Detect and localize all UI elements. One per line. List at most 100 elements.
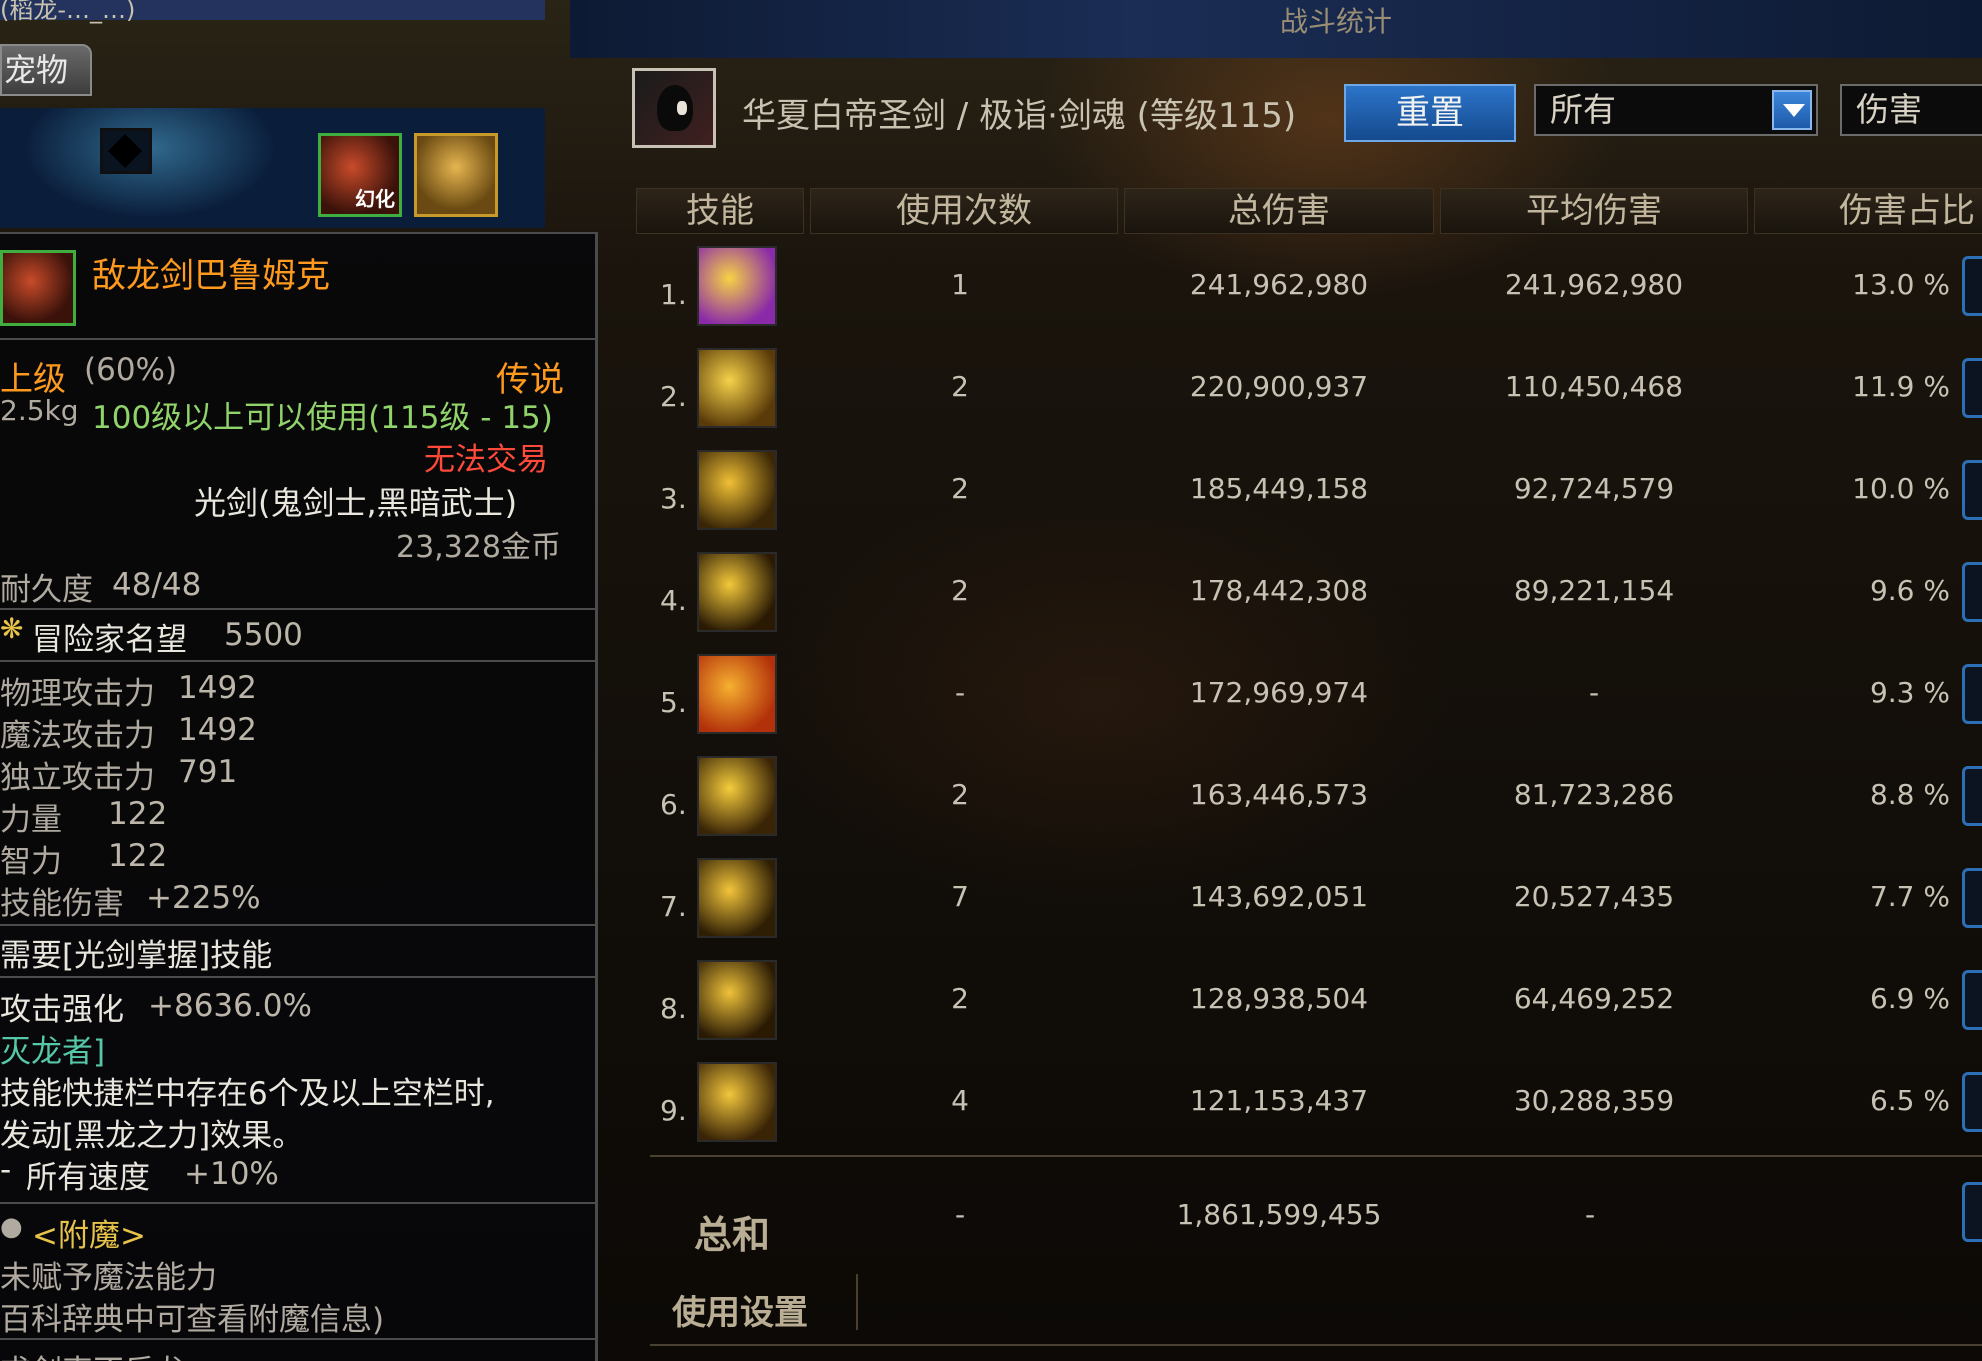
row-total-damage: 121,153,437 <box>1189 1084 1369 1117</box>
stat-label: 力量 <box>0 802 62 838</box>
total-avg: - <box>1584 1198 1596 1231</box>
separator <box>0 924 596 926</box>
row-damage-pct: 8.8 % <box>1869 778 1950 811</box>
header-total-damage: 总伤害 <box>1124 188 1434 234</box>
item-trade: 无法交易 <box>424 442 548 478</box>
row-detail-button[interactable] <box>1962 256 1982 316</box>
row-detail-button[interactable] <box>1962 358 1982 418</box>
skill-flow-icon <box>697 858 777 938</box>
row-avg-damage: - <box>1588 676 1600 709</box>
row-damage-pct: 10.0 % <box>1852 472 1950 505</box>
character-avatar <box>632 68 716 148</box>
renown-label: 冒险家名望 <box>32 622 187 658</box>
pet-tab[interactable]: 宠物 <box>0 44 92 96</box>
left-panel: (稻龙-…_…) 宠物 幻化 敌龙剑巴鲁姆克 上级 (60%) 传说 2.5kg… <box>0 0 600 1361</box>
item-icon <box>0 250 76 326</box>
metric-dropdown-value: 伤害 <box>1856 90 1922 129</box>
row-detail-button[interactable] <box>1962 970 1982 1030</box>
left-title-bar: (稻龙-…_…) <box>0 0 545 24</box>
row-index: 4. <box>660 584 687 617</box>
separator <box>0 1338 596 1340</box>
row-uses: - <box>954 676 966 709</box>
header-damage-pct: 伤害占比 <box>1754 188 1982 234</box>
window-title: 战斗统计 <box>1280 5 1393 38</box>
total-label: 总和 <box>694 1213 771 1257</box>
row-damage-pct: 7.7 % <box>1869 880 1950 913</box>
metric-dropdown[interactable]: 伤害 <box>1840 84 1982 136</box>
total-row-button[interactable] <box>1962 1182 1982 1242</box>
header-uses: 使用次数 <box>810 188 1118 234</box>
renown-value: 5500 <box>224 617 303 653</box>
separator <box>0 976 596 978</box>
row-damage-pct: 9.3 % <box>1869 676 1950 709</box>
filter-dropdown-value: 所有 <box>1550 90 1616 129</box>
durability-value: 48/48 <box>112 567 202 603</box>
stat-label: 独立攻击力 <box>0 760 155 796</box>
enchant-line-2: 百科辞典中可查看附魔信息) <box>0 1302 385 1338</box>
row-uses: 1 <box>951 268 969 301</box>
skill-sword-rays-icon <box>697 348 777 428</box>
item-level-req: 100级以上可以使用(115级 - 15) <box>92 400 553 436</box>
stat-value: 1492 <box>178 712 257 748</box>
item-grade: 上级 <box>0 359 66 398</box>
settings-label[interactable]: 使用设置 <box>672 1285 808 1334</box>
row-uses: 7 <box>951 880 969 913</box>
speed-value: +10% <box>184 1156 279 1192</box>
row-uses: 2 <box>951 370 969 403</box>
total-uses: - <box>954 1198 966 1231</box>
row-total-damage: 128,938,504 <box>1189 982 1369 1015</box>
chevron-down-icon[interactable] <box>1772 90 1812 130</box>
stat-value: 122 <box>108 838 168 874</box>
row-uses: 2 <box>951 472 969 505</box>
desc-line-2: 发动[黑龙之力]效果。 <box>0 1118 304 1154</box>
skill-burst-icon <box>697 246 777 326</box>
renown-icon: ❋ <box>0 612 24 645</box>
enchant-line-1: 未赋予魔法能力 <box>0 1260 217 1296</box>
row-detail-button[interactable] <box>1962 664 1982 724</box>
row-detail-button[interactable] <box>1962 1072 1982 1132</box>
skill-ring-slash-icon <box>697 552 777 632</box>
skill-shatter-icon <box>697 756 777 836</box>
row-avg-damage: 30,288,359 <box>1513 1084 1675 1117</box>
skill-wave-icon <box>697 960 777 1040</box>
header-skill: 技能 <box>636 188 804 234</box>
item-tooltip: 敌龙剑巴鲁姆克 上级 (60%) 传说 2.5kg 100级以上可以使用(115… <box>0 232 598 1361</box>
item-name: 敌龙剑巴鲁姆克 <box>92 256 330 296</box>
row-detail-button[interactable] <box>1962 460 1982 520</box>
attack-enhance-label: 攻击强化 <box>0 992 124 1028</box>
speed-label: 所有速度 <box>26 1160 150 1196</box>
row-uses: 2 <box>951 574 969 607</box>
pet-creature-icon[interactable] <box>414 133 498 217</box>
row-avg-damage: 92,724,579 <box>1513 472 1675 505</box>
desc-line-1: 技能快捷栏中存在6个及以上空栏时, <box>0 1076 495 1112</box>
row-total-damage: 178,442,308 <box>1189 574 1369 607</box>
row-total-damage: 241,962,980 <box>1189 268 1369 301</box>
row-avg-damage: 81,723,286 <box>1513 778 1675 811</box>
required-skill: 需要[光剑掌握]技能 <box>0 938 273 974</box>
row-index: 8. <box>660 992 687 1025</box>
durability-label: 耐久度 <box>0 572 93 608</box>
stat-value: +225% <box>146 880 261 916</box>
row-detail-button[interactable] <box>1962 766 1982 826</box>
attack-enhance-value: +8636.0% <box>148 988 312 1024</box>
row-detail-button[interactable] <box>1962 562 1982 622</box>
row-index: 2. <box>660 380 687 413</box>
row-index: 1. <box>660 278 687 311</box>
row-index: 3. <box>660 482 687 515</box>
row-index: 7. <box>660 890 687 923</box>
pet-slot[interactable] <box>100 128 152 174</box>
separator <box>0 660 596 662</box>
row-damage-pct: 6.5 % <box>1869 1084 1950 1117</box>
row-damage-pct: 6.9 % <box>1869 982 1950 1015</box>
reset-button[interactable]: 重置 <box>1344 84 1516 142</box>
separator <box>0 338 596 340</box>
row-uses: 2 <box>951 982 969 1015</box>
pet-weapon-icon[interactable]: 幻化 <box>318 133 402 217</box>
stat-value: 1492 <box>178 670 257 706</box>
bottom-text: 求剑索不反龙 <box>0 1346 186 1361</box>
filter-dropdown[interactable]: 所有 <box>1534 84 1818 136</box>
row-avg-damage: 89,221,154 <box>1513 574 1675 607</box>
row-detail-button[interactable] <box>1962 868 1982 928</box>
row-damage-pct: 9.6 % <box>1869 574 1950 607</box>
bottom-separator <box>650 1344 1982 1346</box>
